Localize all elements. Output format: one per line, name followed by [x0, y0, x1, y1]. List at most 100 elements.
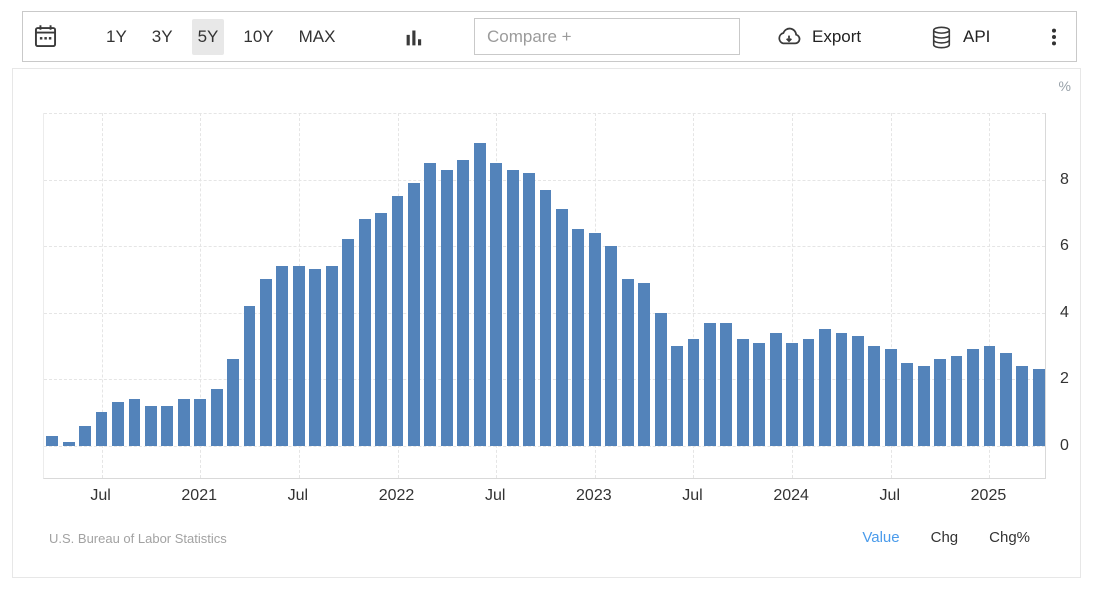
x-tick-label: Jul [880, 487, 900, 505]
chart-card: % U.S. Bureau of Labor Statistics Value … [12, 68, 1081, 578]
bar-Nov 2020[interactable] [161, 406, 173, 446]
database-icon [929, 25, 954, 50]
bar-Dec 2024[interactable] [967, 349, 979, 445]
bar-Feb 2023[interactable] [605, 246, 617, 446]
bar-May 2022[interactable] [457, 160, 469, 446]
bar-Apr 2023[interactable] [638, 283, 650, 446]
bar-Dec 2023[interactable] [770, 333, 782, 446]
bar-Aug 2024[interactable] [901, 363, 913, 446]
range-10y[interactable]: 10Y [237, 19, 279, 55]
mode-chg-pct[interactable]: Chg% [989, 529, 1030, 546]
api-button[interactable]: API [929, 20, 990, 54]
x-tick-label: 2023 [576, 487, 612, 505]
bar-Sep 2020[interactable] [129, 399, 141, 446]
calendar-icon [32, 23, 59, 50]
x-tick-label: 2022 [379, 487, 415, 505]
bar-Feb 2021[interactable] [211, 389, 223, 446]
bar-May 2020[interactable] [63, 442, 75, 445]
bar-Oct 2023[interactable] [737, 339, 749, 445]
x-tick-label: 2024 [773, 487, 809, 505]
bar-Dec 2022[interactable] [572, 229, 584, 445]
bar-Jul 2023[interactable] [688, 339, 700, 445]
x-tick-label: Jul [288, 487, 308, 505]
range-1y[interactable]: 1Y [100, 19, 133, 55]
bar-Oct 2022[interactable] [540, 190, 552, 446]
y-tick-label: 4 [1060, 304, 1069, 322]
bar-Jan 2023[interactable] [589, 233, 601, 446]
bar-Jun 2023[interactable] [671, 346, 683, 446]
bar-Nov 2023[interactable] [753, 343, 765, 446]
compare-input[interactable] [474, 18, 740, 55]
chart-type-button[interactable] [395, 20, 433, 54]
bar-Oct 2020[interactable] [145, 406, 157, 446]
x-tick-label: Jul [682, 487, 702, 505]
range-3y[interactable]: 3Y [146, 19, 179, 55]
bar-Dec 2021[interactable] [375, 213, 387, 446]
bar-Mar 2023[interactable] [622, 279, 634, 445]
bar-Mar 2025[interactable] [1016, 366, 1028, 446]
bar-Apr 2025[interactable] [1033, 369, 1045, 446]
bar-May 2024[interactable] [852, 336, 864, 446]
bar-Jun 2022[interactable] [474, 143, 486, 446]
bar-Jun 2020[interactable] [79, 426, 91, 446]
mode-chg[interactable]: Chg [931, 529, 959, 546]
bar-Jan 2021[interactable] [194, 399, 206, 446]
bar-Feb 2022[interactable] [408, 183, 420, 446]
bar-Mar 2024[interactable] [819, 329, 831, 445]
y-tick-label: 6 [1060, 237, 1069, 255]
bar-chart-icon [404, 27, 425, 48]
x-tick-label: 2025 [971, 487, 1007, 505]
bar-Aug 2023[interactable] [704, 323, 716, 446]
bar-Jun 2021[interactable] [276, 266, 288, 446]
range-5y[interactable]: 5Y [192, 19, 225, 55]
api-label: API [963, 27, 990, 47]
bar-Oct 2024[interactable] [934, 359, 946, 446]
bar-Feb 2024[interactable] [803, 339, 815, 445]
bar-Aug 2022[interactable] [507, 170, 519, 446]
bar-Jul 2024[interactable] [885, 349, 897, 445]
bar-Apr 2021[interactable] [244, 306, 256, 446]
chart-widget: 1Y 3Y 5Y 10Y MAX Export [0, 0, 1094, 590]
bar-Jun 2024[interactable] [868, 346, 880, 446]
bar-Apr 2020[interactable] [46, 436, 58, 446]
export-button[interactable]: Export [775, 20, 861, 54]
x-tick-label: Jul [90, 487, 110, 505]
more-options-button[interactable] [1041, 20, 1067, 54]
x-tick-label: 2021 [181, 487, 217, 505]
bar-Sep 2021[interactable] [326, 266, 338, 446]
bar-Jan 2024[interactable] [786, 343, 798, 446]
bar-Nov 2021[interactable] [359, 219, 371, 445]
bar-Sep 2022[interactable] [523, 173, 535, 446]
bar-May 2021[interactable] [260, 279, 272, 445]
calendar-button[interactable] [26, 17, 64, 55]
bar-Apr 2022[interactable] [441, 170, 453, 446]
bar-Nov 2022[interactable] [556, 209, 568, 445]
mode-links: Value Chg Chg% [862, 529, 1030, 546]
bar-May 2023[interactable] [655, 313, 667, 446]
bar-Jan 2022[interactable] [392, 196, 404, 446]
gridline-h [44, 180, 1045, 181]
bar-Mar 2021[interactable] [227, 359, 239, 446]
mode-value[interactable]: Value [862, 529, 899, 546]
bar-Jul 2020[interactable] [96, 412, 108, 445]
bar-Aug 2021[interactable] [309, 269, 321, 445]
bar-Dec 2020[interactable] [178, 399, 190, 446]
export-label: Export [812, 27, 861, 47]
bar-Mar 2022[interactable] [424, 163, 436, 446]
bar-Sep 2023[interactable] [720, 323, 732, 446]
range-buttons: 1Y 3Y 5Y 10Y MAX [100, 12, 341, 61]
y-tick-label: 8 [1060, 171, 1069, 189]
bar-Apr 2024[interactable] [836, 333, 848, 446]
range-max[interactable]: MAX [293, 19, 342, 55]
bar-Jan 2025[interactable] [984, 346, 996, 446]
bar-Jul 2021[interactable] [293, 266, 305, 446]
bar-Sep 2024[interactable] [918, 366, 930, 446]
bar-Feb 2025[interactable] [1000, 353, 1012, 446]
gridline-h [44, 446, 1045, 447]
bar-Nov 2024[interactable] [951, 356, 963, 446]
bar-Aug 2020[interactable] [112, 402, 124, 445]
source-text: U.S. Bureau of Labor Statistics [49, 531, 227, 546]
bar-Oct 2021[interactable] [342, 239, 354, 445]
bar-Jul 2022[interactable] [490, 163, 502, 446]
plot-area[interactable] [43, 113, 1046, 479]
